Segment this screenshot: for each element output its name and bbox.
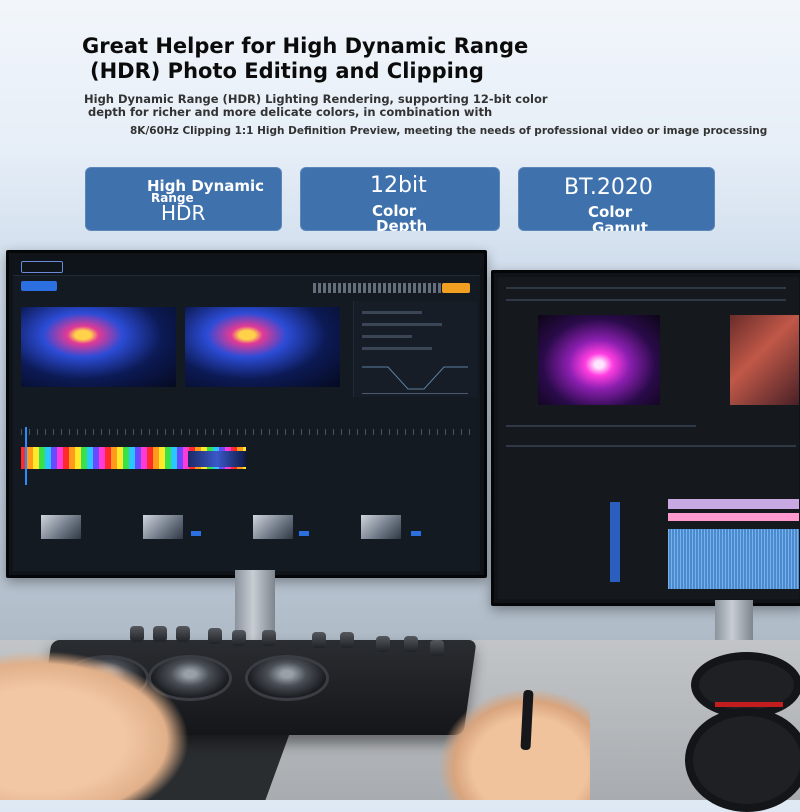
badge-hdr-big: HDR xyxy=(161,201,206,225)
media-thumbnail[interactable] xyxy=(41,515,81,539)
badge-gamut-word2: Gamut xyxy=(592,219,648,231)
thumbnail-tag xyxy=(411,531,421,536)
badge-depth-word2: Depth xyxy=(376,217,428,231)
program-preview xyxy=(185,307,340,387)
track-selector[interactable] xyxy=(610,502,620,582)
console-knob xyxy=(130,626,144,642)
export-button[interactable] xyxy=(442,283,470,293)
headline: Great Helper for High Dynamic Range (HDR… xyxy=(82,34,702,84)
description-line-2: depth for richer and more delicate color… xyxy=(88,105,493,119)
headline-line-2: (HDR) Photo Editing and Clipping xyxy=(90,59,484,83)
editor-app-bar xyxy=(13,257,480,276)
clip-preview xyxy=(538,315,660,405)
props-row xyxy=(362,323,442,326)
badge-hdr: High Dynamic Range HDR xyxy=(85,167,282,231)
timecode-readout xyxy=(313,283,453,293)
console-knob xyxy=(262,630,276,646)
badge-depth-big: 12bit xyxy=(370,173,427,198)
console-knob xyxy=(208,628,222,644)
timeline-clip-video[interactable] xyxy=(188,451,246,467)
toolbar xyxy=(506,299,786,301)
program-monitor xyxy=(730,315,799,405)
playhead-handle[interactable] xyxy=(25,427,27,485)
lens-body xyxy=(685,708,800,812)
badge-gamut-big: BT.2020 xyxy=(564,175,653,200)
props-row xyxy=(362,335,412,338)
source-preview xyxy=(21,307,176,387)
properties-panel xyxy=(353,301,478,397)
camera-lens-icon xyxy=(685,650,800,812)
left-hand xyxy=(0,650,190,800)
console-knob xyxy=(232,630,246,646)
media-thumbnail[interactable] xyxy=(143,515,183,539)
console-knob xyxy=(430,640,444,656)
timeline-ruler xyxy=(21,429,471,435)
import-button[interactable] xyxy=(21,281,57,291)
description: High Dynamic Range (HDR) Lighting Render… xyxy=(84,93,564,119)
lens-red-stripe xyxy=(715,702,783,707)
thumbnail-tag xyxy=(191,531,201,536)
right-hand xyxy=(440,690,590,800)
console-knob xyxy=(176,626,190,642)
media-thumbnail[interactable] xyxy=(361,515,401,539)
badge-color-gamut: BT.2020 Color Gamut xyxy=(518,167,715,231)
console-knob xyxy=(376,636,390,652)
media-thumbnail-row xyxy=(31,515,471,539)
headline-line-1: Great Helper for High Dynamic Range xyxy=(82,34,529,58)
console-knob xyxy=(404,636,418,652)
right-monitor xyxy=(491,270,800,606)
left-monitor xyxy=(6,250,487,578)
console-knob xyxy=(340,632,354,648)
props-row xyxy=(362,347,432,350)
props-row xyxy=(362,311,422,314)
description-line-1: High Dynamic Range (HDR) Lighting Render… xyxy=(84,92,548,106)
curve-graph xyxy=(362,363,468,394)
menu-bar xyxy=(506,287,786,289)
console-knob xyxy=(312,632,326,648)
badge-color-depth: 12bit Color Depth xyxy=(300,167,500,231)
curve-line xyxy=(362,366,468,390)
transport-controls xyxy=(506,425,696,427)
app-logo-icon xyxy=(21,261,63,273)
right-monitor-screen xyxy=(498,277,799,599)
media-thumbnail[interactable] xyxy=(253,515,293,539)
description-line-3: 8K/60Hz Clipping 1:1 High Definition Pre… xyxy=(130,125,768,137)
timeline-ruler xyxy=(506,445,796,447)
trackball-right xyxy=(245,655,329,701)
left-monitor-screen xyxy=(13,257,480,571)
thumbnail-tag xyxy=(299,531,309,536)
audio-waveform xyxy=(668,529,799,589)
console-knob xyxy=(153,626,167,642)
